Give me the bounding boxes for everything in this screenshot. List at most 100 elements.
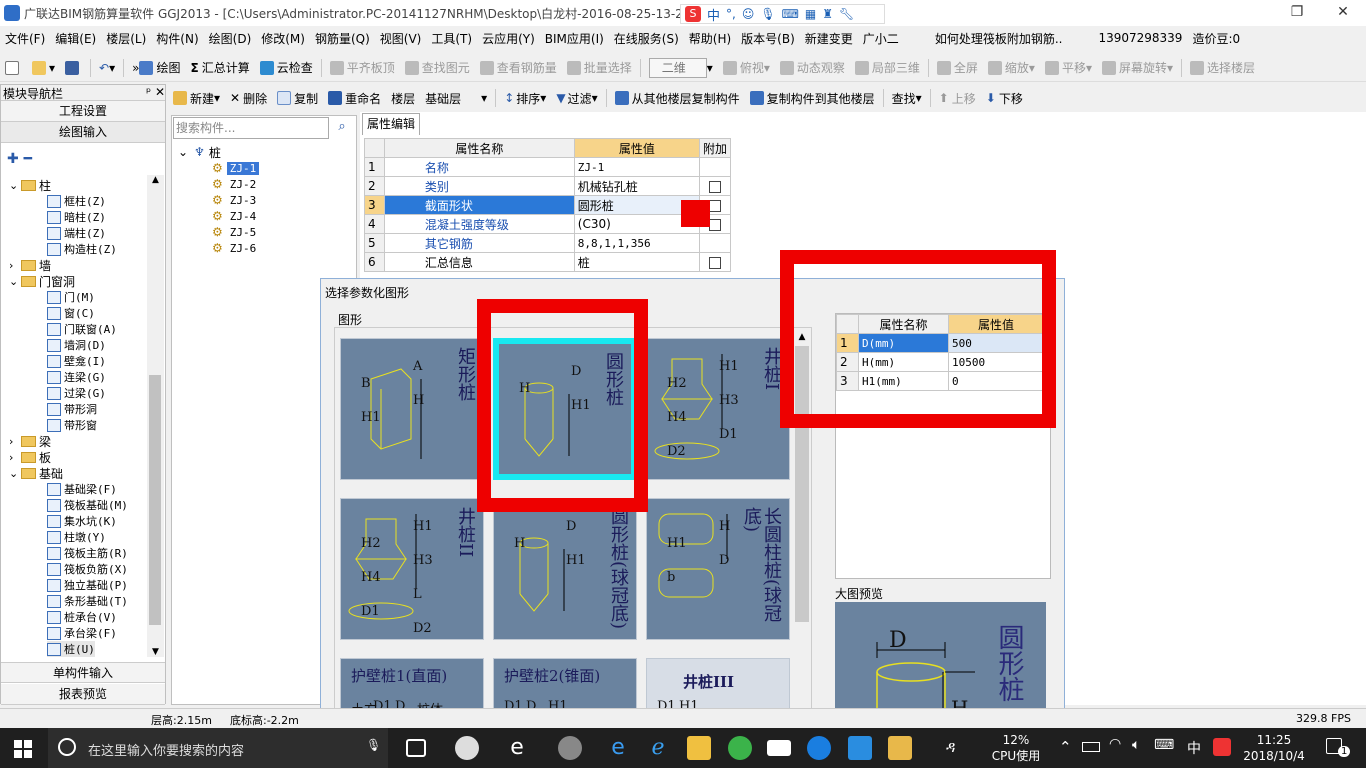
fan-app-icon[interactable] [455,736,479,760]
nav-folder[interactable]: › 梁 [9,433,51,449]
property-name-cell[interactable]: 其它钢筋 [383,233,575,253]
menu-online[interactable]: 在线服务(S) [609,30,684,47]
sum-button[interactable]: Σ 汇总计算 [185,59,254,76]
extra-checkbox[interactable] [708,180,721,193]
sort-button[interactable]: ↕ 排序 ▾ [499,90,551,107]
help-tip-link[interactable]: 如何处理筏板附加钢筋.. [930,30,1068,47]
restore-button[interactable]: ❐ [1274,0,1320,26]
nav-item[interactable]: 门联窗(A) [47,321,117,337]
keyboard-icon[interactable]: ⌨ [1154,737,1174,753]
beans-count[interactable]: 造价豆:0 [1187,30,1245,47]
menu-floor[interactable]: 楼层(L) [101,30,151,47]
people-icon[interactable]: ዳ [946,738,955,756]
mail-icon[interactable] [767,740,791,756]
nav-item[interactable]: 过梁(G) [47,385,106,401]
menu-version[interactable]: 版本号(B) [736,30,800,47]
expander-icon[interactable]: ⌄ [9,275,21,288]
open-button[interactable]: ▾ [27,60,60,75]
single-input-button[interactable]: 单构件输入 [1,662,165,683]
nav-item[interactable]: 窗(C) [47,305,95,321]
nav-item[interactable]: 筏板负筋(X) [47,561,128,577]
nav-item[interactable]: 桩承台(V) [47,609,117,625]
rename-button[interactable]: 重命名 [323,90,386,107]
ime-indicator[interactable]: 中 [1187,738,1201,758]
sogou-tray-icon[interactable] [1213,738,1231,756]
component-item[interactable]: ⚙ ZJ-1 [212,160,260,176]
param-name-cell[interactable]: D(mm) [858,333,949,353]
property-name-cell[interactable]: 类别 [383,176,575,196]
taskbar-search[interactable]: 在这里输入你要搜索的内容 🎙︎ [48,728,388,768]
edge-icon[interactable]: e [606,736,630,760]
shape-thumbnail[interactable]: 井桩I H1 H2 H3 H4 D1 D2 [646,338,790,480]
extra-checkbox[interactable] [708,199,721,212]
property-name-cell[interactable]: 截面形状 [383,195,575,215]
dynamic-view-button[interactable]: 动态观察 [775,59,850,76]
menu-file[interactable]: 文件(F) [0,30,50,47]
delete-button[interactable]: ✕ 删除 [225,90,272,107]
close-button[interactable]: ✕ [1320,0,1366,26]
shape-thumbnail[interactable]: 圆形桩(球冠底) D H H1 [493,498,637,640]
new-file-button[interactable] [0,60,27,75]
nav-item[interactable]: 独立基础(P) [47,577,128,593]
green-browser-icon[interactable] [728,736,752,760]
chevron-up-icon[interactable]: ⌃ [1059,738,1072,756]
find-element-button[interactable]: 查找图元 [400,59,475,76]
cloud-check-button[interactable]: 云检查 [255,59,318,76]
fullscreen-button[interactable]: 全屏 [932,59,983,76]
nav-item[interactable]: 带形窗 [47,417,97,433]
nav-item[interactable]: 承台梁(F) [47,625,117,641]
ime-toolbar[interactable]: S 中 °, ☺ 🎙︎ ⌨ ▦ ♜ 🔧︎ [680,4,885,24]
nav-item[interactable]: 门(M) [47,289,95,305]
menu-new-change[interactable]: 新建变更 [800,30,858,47]
volume-icon[interactable]: 🔈︎ [1132,737,1140,753]
extra-checkbox[interactable] [708,256,721,269]
move-down-button[interactable]: ⬇ 下移 [981,90,1028,107]
top-view-button[interactable]: 俯视 ▾ [718,59,775,76]
nav-folder[interactable]: ⌄ 门窗洞 [9,273,75,289]
task-view-icon[interactable] [406,739,426,757]
draw-input-button[interactable]: 绘图输入 [1,122,165,143]
nav-item[interactable]: 筏板主筋(R) [47,545,128,561]
nav-item[interactable]: 条形基础(T) [47,593,128,609]
filter-button[interactable]: ▼ 过滤 ▾ [551,90,602,107]
property-row[interactable]: 3 截面形状 圆形桩 [364,195,732,215]
property-name-cell[interactable]: 汇总信息 [383,252,575,272]
zoom-button[interactable]: 缩放 ▾ [983,59,1040,76]
property-row[interactable]: 4 混凝土强度等级 (C30) [364,214,732,234]
menu-edit[interactable]: 编辑(E) [50,30,101,47]
clock[interactable]: 11:25 2018/10/4 [1238,732,1310,764]
property-row[interactable]: 1 名称 ZJ-1 [364,157,732,177]
undo-button[interactable]: ↶ ▾ [94,61,120,75]
nav-item[interactable]: 筏板基础(M) [47,497,128,513]
nav-item[interactable]: 柱墩(Y) [47,529,106,545]
select-floor-button[interactable]: 选择楼层 [1185,59,1260,76]
shape-scroll-thumb[interactable] [795,346,809,622]
floor-select[interactable]: 基础层 ▾ [420,90,492,107]
menu-bim[interactable]: BIM应用(I) [540,30,609,47]
nav-item[interactable]: 带形洞 [47,401,97,417]
network-icon[interactable]: ◠ [1109,736,1121,752]
screen-rotate-button[interactable]: 屏幕旋转 ▾ [1097,59,1178,76]
flat-top-button[interactable]: 平齐板顶 [325,59,400,76]
component-item[interactable]: ⚙ ZJ-3 [212,192,259,208]
view-mode-select[interactable]: 二维 ▾ [644,57,718,78]
tab-property-edit[interactable]: 属性编辑 [362,113,421,135]
property-value-cell[interactable]: 8,8,1,1,356 [573,233,700,253]
nav-scroll-thumb[interactable] [149,375,161,625]
property-value-cell[interactable]: 桩 [573,252,700,272]
find-button[interactable]: 查找 ▾ [887,90,927,107]
param-value-cell[interactable]: 500 [948,333,1044,353]
explorer-icon[interactable] [687,736,711,760]
ie-blue-icon[interactable]: ℯ [646,736,670,760]
nav-item[interactable]: 集水坑(K) [47,513,117,529]
expander-icon[interactable]: › [9,451,21,464]
ie-icon[interactable]: e [505,736,529,760]
property-row[interactable]: 6 汇总信息桩 [364,252,732,272]
new-component-button[interactable]: 新建 ▾ [168,90,225,107]
property-name-cell[interactable]: 混凝土强度等级 [383,214,575,234]
report-preview-button[interactable]: 报表预览 [1,684,165,705]
save-button[interactable] [60,60,87,75]
param-value-cell[interactable]: 0 [948,371,1044,391]
extra-checkbox[interactable] [708,218,721,231]
nav-item[interactable]: 框柱(Z) [47,193,106,209]
